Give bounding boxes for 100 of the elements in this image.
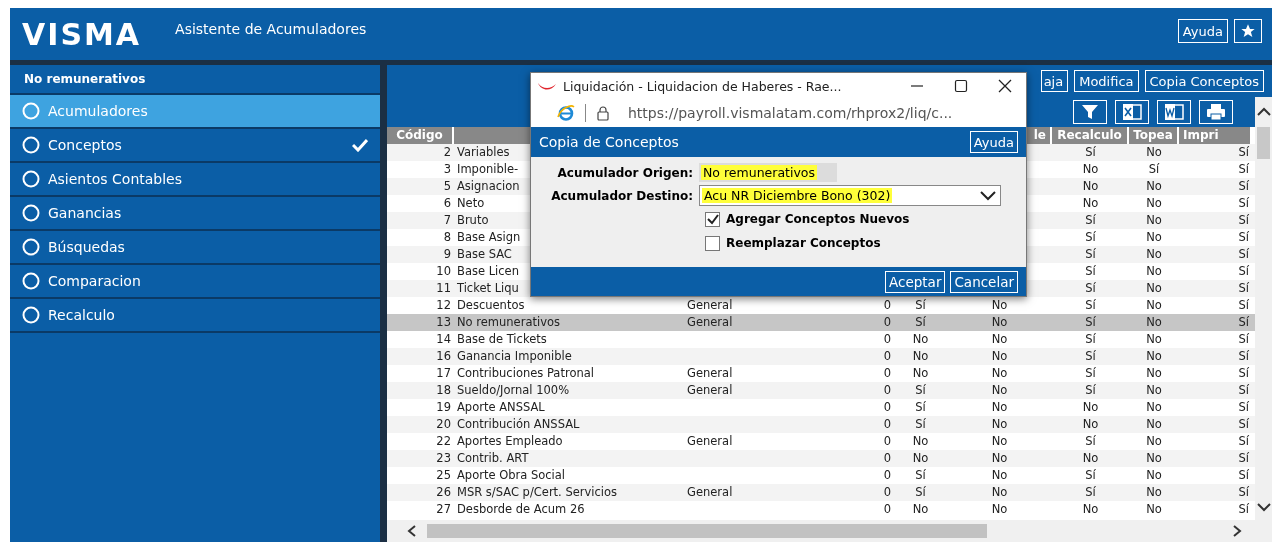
table-cell: Sí (915, 298, 926, 312)
table-row[interactable]: 26 MSR s/SAC p/Cert. Servicios General 0 Sí No Sí No Sí (387, 484, 1255, 501)
printer-icon (1206, 103, 1226, 121)
table-cell: Contrib. ART (457, 451, 529, 465)
table-cell: Sí (1085, 264, 1096, 278)
help-button[interactable]: Ayuda (1177, 19, 1228, 43)
address-bar-url[interactable]: https://payroll.vismalatam.com/rhprox2/liq/c... (628, 105, 953, 121)
column-header: Código (387, 127, 454, 144)
table-cell: No (1082, 162, 1099, 176)
table-cell: Sí (1238, 196, 1249, 210)
spreadsheet-button[interactable] (1115, 100, 1149, 124)
sidebar-item[interactable]: Búsquedas (10, 231, 380, 265)
sidebar-item[interactable]: Asientos Contables (10, 163, 380, 197)
help-button[interactable]: Ayuda (969, 131, 1018, 153)
table-cell: Sí (1238, 383, 1249, 397)
scroll-thumb[interactable] (427, 524, 987, 538)
scroll-up-icon[interactable] (1256, 107, 1271, 117)
table-cell: 14 (436, 332, 451, 346)
table-cell: 0 (883, 451, 891, 465)
table-cell: Sí (1085, 145, 1096, 159)
table-cell: 22 (436, 434, 451, 448)
scroll-right-icon[interactable] (1232, 525, 1242, 537)
toolbar-button[interactable]: aja (1040, 70, 1069, 92)
sidebar-item[interactable]: Recalculo (10, 299, 380, 333)
table-cell: MSR s/SAC p/Cert. Servicios (457, 485, 618, 499)
checkbox[interactable] (705, 211, 720, 227)
table-cell: Sí (1085, 298, 1096, 312)
table-cell: Contribuciones Patronal (457, 366, 594, 380)
table-cell: 0 (883, 417, 891, 431)
table-cell: Descuentos (457, 298, 525, 312)
table-cell: Sí (1238, 213, 1249, 227)
toolbar-button[interactable]: Copia Conceptos (1144, 70, 1264, 92)
circle-icon (22, 238, 40, 256)
table-cell: No (991, 400, 1008, 414)
table-cell: Sí (1238, 434, 1249, 448)
sidebar-item[interactable]: Ganancias (10, 197, 380, 231)
print-button[interactable] (1199, 100, 1233, 124)
table-row[interactable]: 23 Contrib. ART 0 No No No No Sí (387, 450, 1255, 467)
table-cell: Sí (1238, 332, 1249, 346)
table-row[interactable]: 20 Contribución ANSSAL 0 Sí No No No Sí (387, 416, 1255, 433)
toolbar-button[interactable]: Modifica (1074, 70, 1139, 92)
vertical-scrollbar[interactable] (1255, 127, 1272, 520)
table-cell: Sí (1238, 315, 1249, 329)
table-cell: 10 (436, 264, 451, 278)
dialog-button[interactable]: Cancelar (950, 270, 1018, 293)
maximize-icon[interactable] (954, 79, 968, 93)
scroll-thumb[interactable] (1257, 127, 1270, 159)
table-cell: Sí (1238, 264, 1249, 278)
dropdown-field[interactable]: Acu NR Diciembre Bono (302) (699, 185, 1001, 206)
table-cell: No (1146, 383, 1162, 397)
table-cell: No (1146, 298, 1162, 312)
table-cell: Sí (1085, 434, 1096, 448)
table-cell: 0 (883, 485, 891, 499)
table-cell: Sí (915, 485, 926, 499)
favorite-button[interactable] (1234, 19, 1262, 43)
table-cell: 11 (436, 281, 451, 295)
checkbox[interactable] (705, 235, 720, 251)
scroll-left-icon[interactable] (407, 525, 417, 537)
table-cell: No (1146, 434, 1162, 448)
table-cell: Sí (1085, 332, 1096, 346)
document-button[interactable] (1157, 100, 1191, 124)
table-cell: No (991, 434, 1008, 448)
table-cell: Sí (1148, 162, 1160, 176)
table-cell: No (1146, 196, 1162, 210)
field-label: Acumulador Origen: (556, 165, 694, 180)
table-cell: General (687, 434, 733, 448)
filter-button[interactable] (1073, 100, 1107, 124)
table-cell: 0 (883, 366, 891, 380)
table-cell: Aportes Empleado (457, 434, 563, 448)
table-cell: Sueldo/Jornal 100% (457, 383, 570, 397)
table-cell: Base SAC (457, 247, 512, 261)
scroll-down-icon[interactable] (1256, 502, 1271, 512)
table-cell: No (1082, 179, 1099, 193)
table-row[interactable]: 13 No remunerativos General 0 Sí No Sí No Sí (387, 314, 1255, 331)
spreadsheet-icon (1122, 103, 1142, 121)
table-cell: 0 (883, 349, 891, 363)
table-cell: 27 (436, 502, 451, 516)
table-row[interactable]: 18 Sueldo/Jornal 100% General 0 Sí No Sí No Sí (387, 382, 1255, 399)
field-label: Acumulador Destino: (550, 188, 694, 203)
close-icon[interactable] (998, 79, 1012, 93)
table-cell: General (687, 485, 733, 499)
table-cell: Sí (915, 383, 926, 397)
table-cell: Sí (1238, 468, 1249, 482)
table-cell: Sí (1238, 502, 1249, 516)
table-cell: Sí (915, 468, 926, 482)
table-cell: Sí (1238, 366, 1249, 380)
sidebar-item[interactable]: Comparacion (10, 265, 380, 299)
table-cell: 5 (443, 179, 451, 193)
table-cell: No (1146, 400, 1162, 414)
table-cell: No (1146, 366, 1162, 380)
table-cell: 17 (436, 366, 451, 380)
check-icon (352, 138, 368, 152)
dialog-button[interactable]: Aceptar (885, 270, 946, 293)
table-cell: Variables (457, 145, 510, 159)
table-cell: No (991, 417, 1008, 431)
table-cell: Sí (1085, 383, 1096, 397)
sidebar-item[interactable]: Conceptos (10, 129, 380, 163)
horizontal-scrollbar[interactable] (387, 520, 1272, 542)
table-row[interactable]: 16 Ganancia Imponible 0 No No Sí No Sí (387, 348, 1255, 365)
table-cell: 16 (436, 349, 451, 363)
